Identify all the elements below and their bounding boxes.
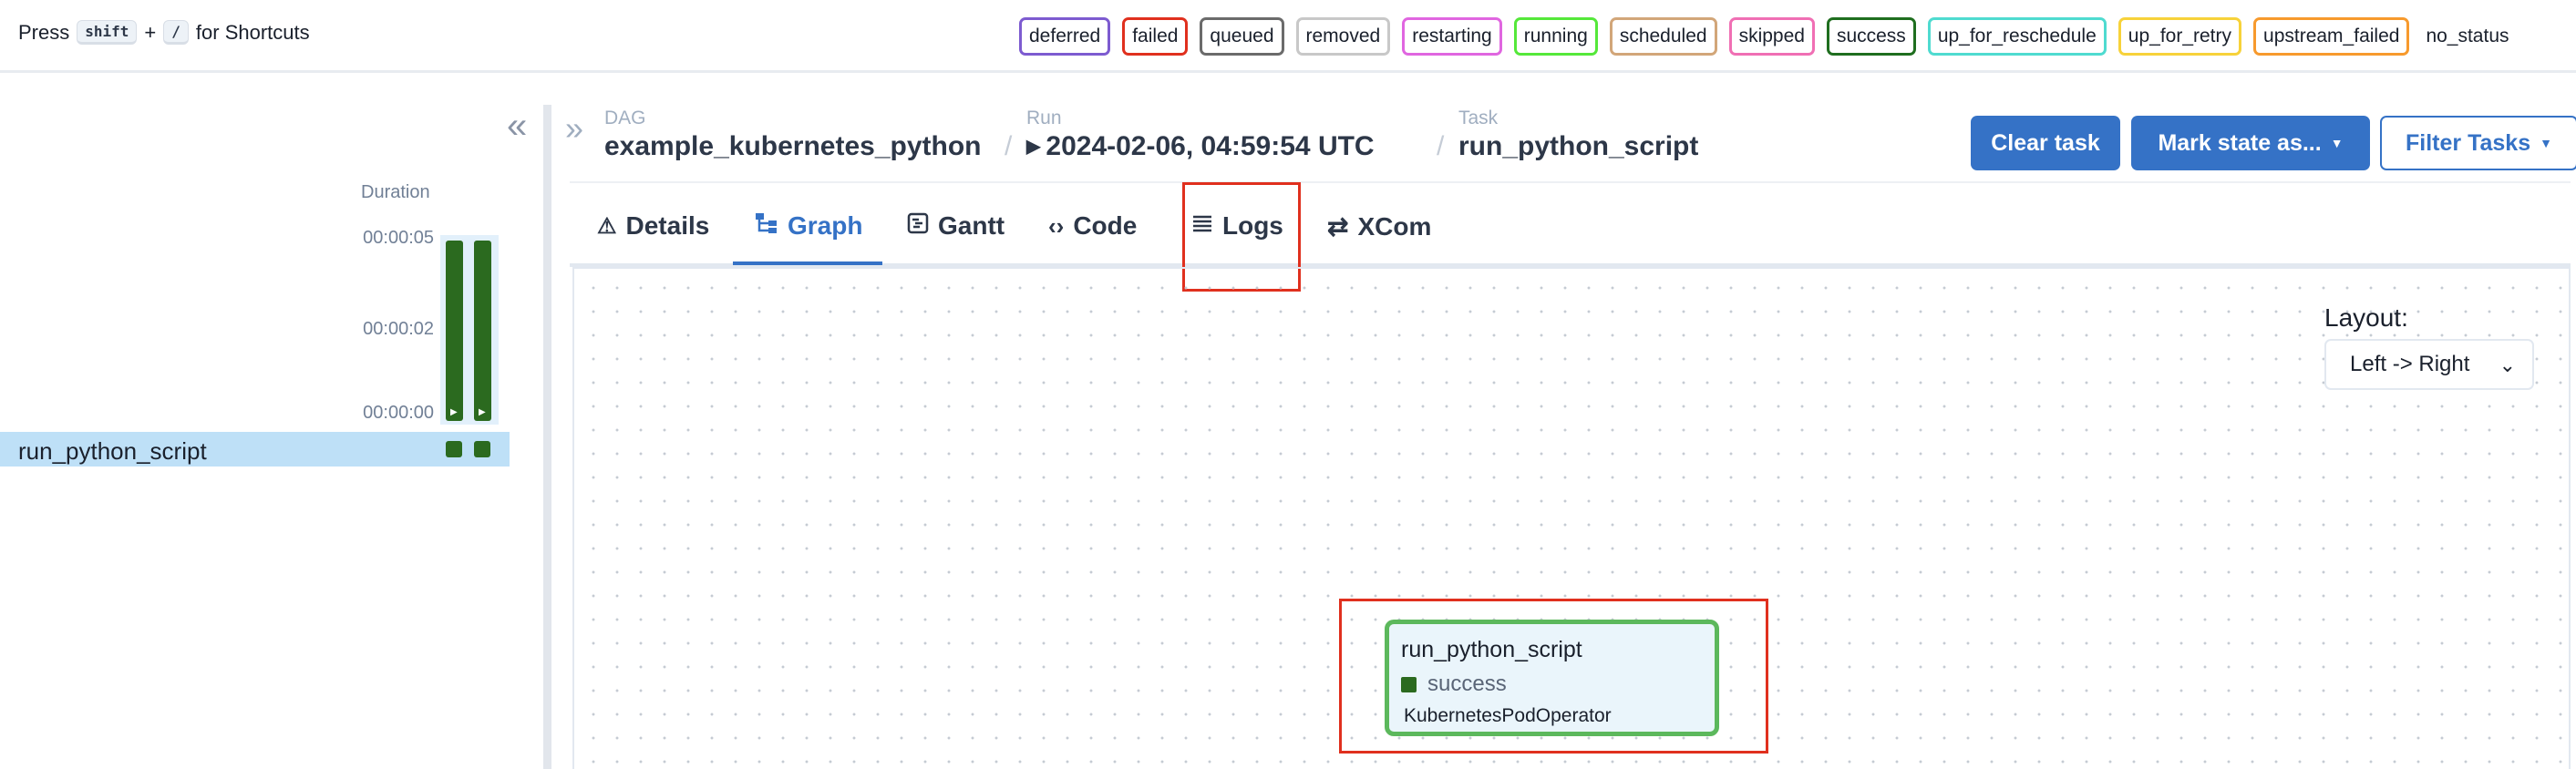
shift-key: shift bbox=[77, 20, 138, 45]
legend-chip-skipped[interactable]: skipped bbox=[1728, 17, 1815, 56]
tab-code-label: Code bbox=[1073, 211, 1138, 240]
legend-chip-up-for-retry[interactable]: up_for_retry bbox=[2117, 17, 2242, 56]
task-node-title: run_python_script bbox=[1401, 637, 1582, 662]
legend-chip-queued[interactable]: queued bbox=[1200, 17, 1284, 56]
breadcrumb-task-label: Task bbox=[1458, 108, 1499, 128]
duration-tick: 00:00:05 bbox=[363, 228, 434, 248]
play-icon: ▶ bbox=[479, 407, 486, 417]
tab-graph-label: Graph bbox=[788, 211, 863, 240]
filter-tasks-button[interactable]: Filter Tasks ▼ bbox=[2380, 116, 2576, 170]
filter-tasks-label: Filter Tasks bbox=[2406, 129, 2531, 156]
task-node[interactable]: run_python_script success KubernetesPodO… bbox=[1385, 620, 1719, 736]
legend-chip-success[interactable]: success bbox=[1826, 17, 1916, 56]
task-row[interactable]: run_python_script bbox=[0, 432, 510, 467]
top-status-bar: Press shift + / for Shortcuts deferred fa… bbox=[0, 0, 2576, 73]
graph-icon bbox=[755, 211, 778, 241]
tab-details[interactable]: ⚠ Details bbox=[597, 211, 709, 241]
code-icon: ‹› bbox=[1048, 211, 1065, 240]
breadcrumb-dag[interactable]: DAG example_kubernetes_python bbox=[604, 108, 981, 162]
play-triangle-icon: ▶ bbox=[1026, 137, 1041, 157]
legend-chip-deferred[interactable]: deferred bbox=[1019, 17, 1111, 56]
shortcut-press: Press bbox=[18, 20, 70, 44]
shortcut-plus: + bbox=[144, 20, 157, 44]
task-instance-status[interactable] bbox=[474, 441, 490, 457]
chevron-down-icon: ⌄ bbox=[2499, 354, 2516, 376]
panel-resize-handle[interactable] bbox=[543, 105, 551, 769]
caret-down-icon: ▼ bbox=[2330, 136, 2344, 150]
legend-chip-up-for-reschedule[interactable]: up_for_reschedule bbox=[1927, 17, 2107, 56]
task-node-state: success bbox=[1401, 672, 1507, 697]
breadcrumb-task[interactable]: Task run_python_script bbox=[1458, 108, 1698, 162]
breadcrumb-run-value: 2024-02-06, 04:59:54 UTC bbox=[1046, 131, 1375, 161]
layout-select[interactable]: Left -> Right ⌄ bbox=[2324, 339, 2534, 390]
collapse-panel-icon[interactable]: « bbox=[507, 108, 527, 144]
tab-xcom-label: XCom bbox=[1357, 211, 1432, 241]
play-icon: ▶ bbox=[450, 407, 458, 417]
legend-chip-removed[interactable]: removed bbox=[1295, 17, 1391, 56]
mark-state-button[interactable]: Mark state as... ▼ bbox=[2131, 116, 2370, 170]
layout-select-value: Left -> Right bbox=[2350, 352, 2470, 376]
legend-chip-restarting[interactable]: restarting bbox=[1402, 17, 1502, 56]
duration-label: Duration bbox=[361, 182, 430, 202]
legend-chip-scheduled[interactable]: scheduled bbox=[1609, 17, 1717, 56]
slash-key: / bbox=[163, 20, 189, 45]
breadcrumb-run[interactable]: Run ▶ 2024-02-06, 04:59:54 UTC bbox=[1026, 108, 1375, 162]
legend-chip-no-status[interactable]: no_status bbox=[2421, 17, 2519, 56]
run-duration-bar[interactable]: ▶ bbox=[474, 241, 491, 421]
breadcrumb-dag-value: example_kubernetes_python bbox=[604, 131, 982, 161]
tab-code[interactable]: ‹› Code bbox=[1048, 211, 1137, 241]
status-square-icon bbox=[1401, 676, 1417, 692]
tab-graph[interactable]: Graph bbox=[755, 211, 862, 241]
breadcrumb-run-label: Run bbox=[1026, 108, 1062, 128]
layout-label: Layout: bbox=[2324, 303, 2408, 332]
task-node-operator: KubernetesPodOperator bbox=[1404, 705, 1612, 726]
header-divider bbox=[570, 181, 2571, 183]
clear-task-button[interactable]: Clear task bbox=[1971, 116, 2120, 170]
duration-tick: 00:00:00 bbox=[363, 403, 434, 423]
duration-tick: 00:00:02 bbox=[363, 319, 434, 339]
legend-chip-failed[interactable]: failed bbox=[1122, 17, 1189, 56]
caret-down-icon: ▼ bbox=[2540, 136, 2552, 150]
run-duration-bar[interactable]: ▶ bbox=[446, 241, 463, 421]
tab-gantt[interactable]: Gantt bbox=[907, 211, 1005, 241]
breadcrumb-separator: / bbox=[1005, 131, 1013, 161]
exchange-icon: ⇄ bbox=[1327, 212, 1349, 241]
task-node-state-label: success bbox=[1427, 672, 1507, 696]
tab-gantt-label: Gantt bbox=[938, 211, 1005, 240]
task-instance-status[interactable] bbox=[446, 441, 462, 457]
tab-details-label: Details bbox=[625, 211, 710, 240]
mark-state-label: Mark state as... bbox=[2158, 129, 2322, 156]
active-tab-indicator bbox=[733, 261, 882, 265]
task-row-label: run_python_script bbox=[18, 437, 207, 465]
state-legend: deferred failed queued removed restarting run… bbox=[1019, 17, 2519, 56]
expand-panel-icon[interactable]: » bbox=[565, 109, 583, 148]
breadcrumb-separator: / bbox=[1437, 131, 1445, 161]
legend-chip-running[interactable]: running bbox=[1513, 17, 1598, 56]
gantt-icon bbox=[907, 211, 929, 241]
breadcrumb-task-value: run_python_script bbox=[1458, 131, 1699, 161]
shortcut-hint: Press shift + / for Shortcuts bbox=[18, 20, 310, 45]
legend-chip-upstream-failed[interactable]: upstream_failed bbox=[2253, 17, 2410, 56]
shortcut-suffix: for Shortcuts bbox=[195, 20, 310, 44]
tab-xcom[interactable]: ⇄ XCom bbox=[1327, 211, 1431, 241]
breadcrumb-dag-label: DAG bbox=[604, 108, 646, 128]
warning-icon: ⚠ bbox=[597, 213, 617, 239]
clear-task-label: Clear task bbox=[1991, 129, 2100, 156]
